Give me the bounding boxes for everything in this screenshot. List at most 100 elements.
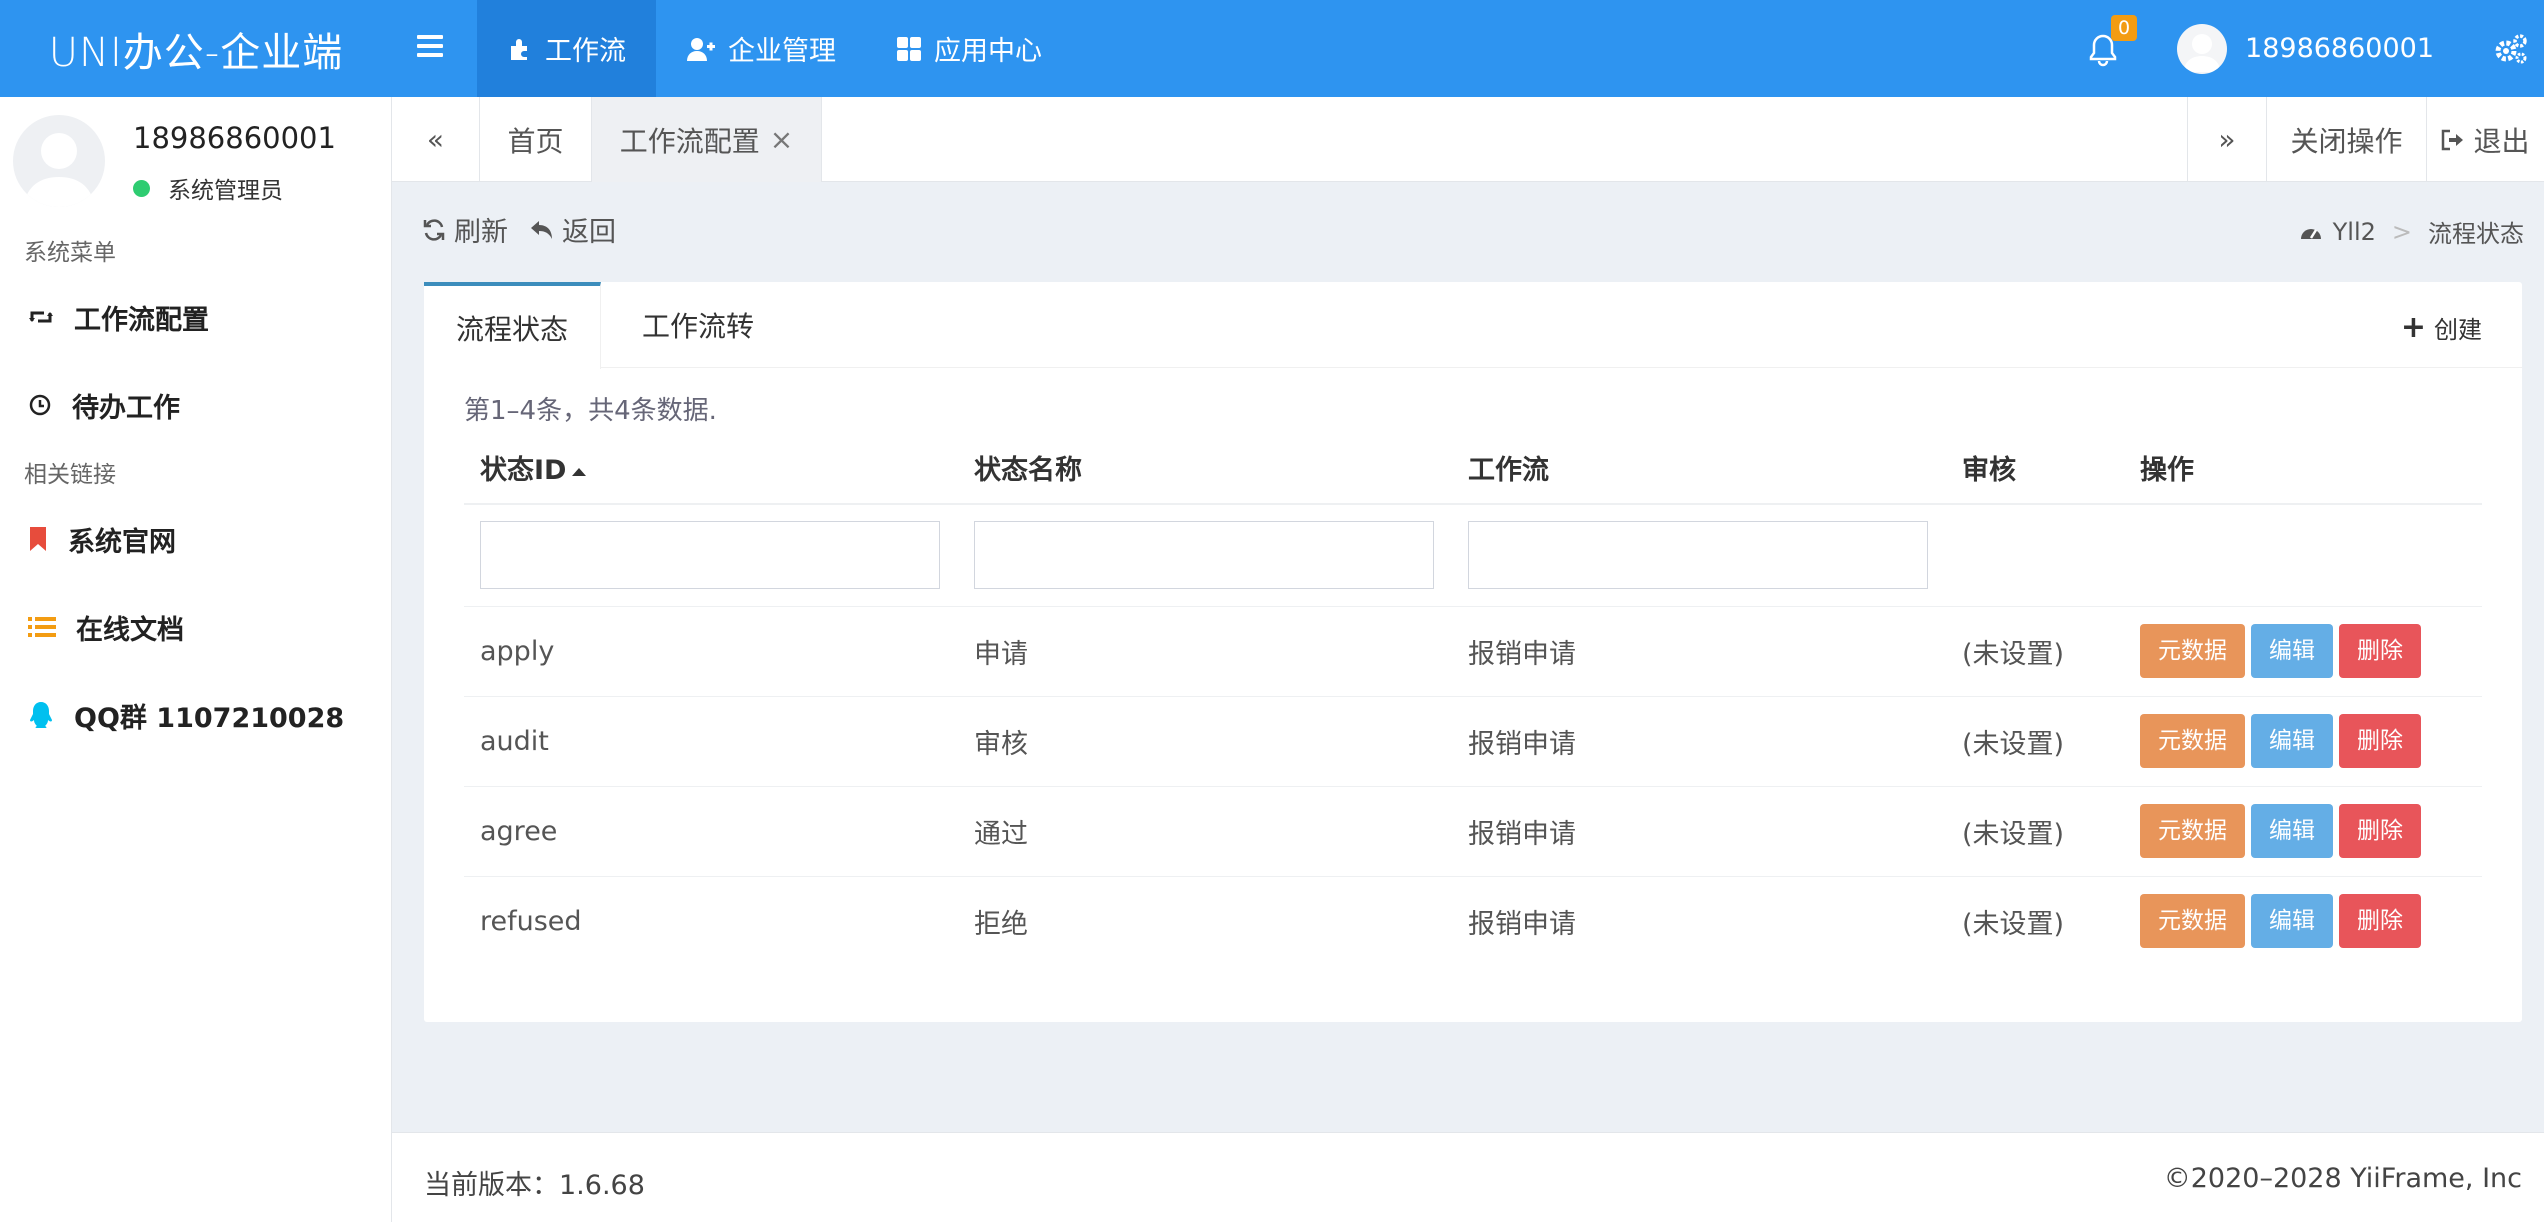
cell-audit: (未设置) — [1946, 875, 2124, 966]
delete-button[interactable]: 删除 — [2339, 624, 2421, 678]
table-summary: 第1–4条，共4条数据. — [464, 396, 717, 426]
edit-button[interactable]: 编辑 — [2251, 894, 2333, 949]
notification-badge: 0 — [2111, 14, 2138, 41]
role-label: 系统管理员 — [168, 178, 283, 204]
cell-audit: (未设置) — [1946, 785, 2124, 876]
edit-button[interactable]: 编辑 — [2251, 714, 2333, 768]
cell-status-name: 申请 — [958, 605, 1452, 696]
logout-label: 退出 — [2473, 124, 2530, 158]
copyright-text: ©2020–2028 YiiFrame, Inc — [2163, 1163, 2522, 1194]
cell-actions: 元数据 编辑 删除 — [2124, 875, 2482, 966]
back-button[interactable]: 返回 — [530, 210, 616, 249]
sidebar-toggle-icon[interactable] — [410, 30, 450, 70]
avatar[interactable] — [2177, 23, 2228, 74]
close-operations-button[interactable]: 关闭操作 — [2267, 97, 2427, 182]
status-table: 状态ID 状态名称 工作流 审核 操作 apply 申请 报销申请 (未设置) — [464, 432, 2482, 966]
create-label: 创建 — [2434, 316, 2482, 344]
sidebar-item-label: 工作流配置 — [74, 304, 209, 336]
tabs-scroll-left-button[interactable]: « — [392, 97, 480, 182]
tab-workflow-transition[interactable]: 工作流转 — [610, 282, 786, 368]
create-button[interactable]: + 创建 — [2401, 310, 2482, 345]
app-logo[interactable]: UNI办公-企业端 — [0, 0, 392, 97]
topnav-enterprise[interactable]: 企业管理 — [656, 0, 866, 97]
table-row: audit 审核 报销申请 (未设置) 元数据 编辑 删除 — [464, 695, 2482, 786]
cell-audit: (未设置) — [1946, 605, 2124, 696]
sidebar-avatar — [13, 115, 105, 207]
table-row: apply 申请 报销申请 (未设置) 元数据 编辑 删除 — [464, 605, 2482, 696]
sidebar-item-qq[interactable]: QQ群 1107210028 — [0, 671, 391, 759]
cell-status-id: audit — [464, 695, 958, 786]
cell-workflow: 报销申请 — [1452, 695, 1946, 786]
retweet-icon — [29, 311, 53, 323]
sidebar-item-website[interactable]: 系统官网 — [0, 495, 391, 583]
top-right-area: 0 18986860001 — [2087, 0, 2544, 97]
list-icon — [28, 617, 56, 637]
cell-actions: 元数据 编辑 删除 — [2124, 695, 2482, 786]
topnav-appcenter[interactable]: 应用中心 — [866, 0, 1072, 97]
sidebar-item-label: QQ群 1107210028 — [74, 702, 345, 734]
bookmark-icon — [30, 527, 46, 551]
card-tabs: 流程状态 工作流转 + 创建 — [424, 282, 2522, 369]
back-label: 返回 — [562, 217, 616, 248]
tab-workflow-config[interactable]: 工作流配置 × — [592, 97, 822, 182]
breadcrumb: Yll2 > 流程状态 — [2299, 214, 2524, 249]
sort-asc-icon — [572, 467, 587, 476]
metadata-button[interactable]: 元数据 — [2140, 714, 2245, 768]
delete-button[interactable]: 删除 — [2339, 894, 2421, 949]
sign-out-icon — [2442, 129, 2464, 150]
notifications-button[interactable]: 0 — [2087, 14, 2138, 69]
metadata-button[interactable]: 元数据 — [2140, 804, 2245, 858]
refresh-button[interactable]: 刷新 — [422, 210, 508, 249]
cell-status-name: 通过 — [958, 785, 1452, 876]
delete-button[interactable]: 删除 — [2339, 804, 2421, 858]
menu-header-system: 系统菜单 — [24, 240, 116, 266]
tab-process-status[interactable]: 流程状态 — [424, 282, 602, 369]
cell-audit: (未设置) — [1946, 695, 2124, 786]
delete-button[interactable]: 删除 — [2339, 714, 2421, 768]
sidebar-item-label: 系统官网 — [68, 526, 176, 558]
filter-status-id-input[interactable] — [480, 521, 940, 590]
table-header-row: 状态ID 状态名称 工作流 审核 操作 — [464, 432, 2482, 505]
page-toolbar: 刷新 返回 — [422, 210, 638, 249]
sidebar: 18986860001 系统管理员 系统菜单 工作流配置 待办工作 相关链接 系… — [0, 97, 392, 1222]
col-actions: 操作 — [2124, 432, 2482, 505]
grid-icon — [897, 36, 921, 61]
cell-status-name: 审核 — [958, 695, 1452, 786]
sidebar-username: 18986860001 — [133, 121, 336, 155]
col-status-name: 状态名称 — [958, 432, 1452, 505]
menu-header-links: 相关链接 — [24, 462, 116, 488]
sidebar-item-todo[interactable]: 待办工作 — [0, 361, 391, 449]
col-status-id[interactable]: 状态ID — [464, 432, 958, 505]
plus-icon: + — [2400, 310, 2426, 345]
topnav-appcenter-label: 应用中心 — [934, 36, 1042, 67]
filter-status-name-input[interactable] — [974, 521, 1434, 590]
cell-workflow: 报销申请 — [1452, 785, 1946, 876]
online-status-icon — [133, 179, 150, 197]
topnav-workflow[interactable]: 工作流 — [477, 0, 656, 97]
tab-home[interactable]: 首页 — [480, 97, 592, 182]
top-username[interactable]: 18986860001 — [2245, 33, 2434, 64]
top-nav: 工作流 企业管理 应用中心 — [477, 0, 1072, 97]
dashboard-icon — [2300, 228, 2321, 239]
breadcrumb-root[interactable]: Yll2 — [2333, 218, 2376, 246]
table-row: agree 通过 报销申请 (未设置) 元数据 编辑 删除 — [464, 785, 2482, 876]
sidebar-item-docs[interactable]: 在线文档 — [0, 583, 391, 671]
logout-button[interactable]: 退出 — [2427, 97, 2544, 182]
edit-button[interactable]: 编辑 — [2251, 624, 2333, 678]
table-row: refused 拒绝 报销申请 (未设置) 元数据 编辑 删除 — [464, 875, 2482, 966]
cell-status-name: 拒绝 — [958, 875, 1452, 966]
sidebar-item-workflow-config[interactable]: 工作流配置 — [0, 273, 391, 361]
breadcrumb-separator: > — [2391, 217, 2412, 246]
clock-icon — [29, 394, 51, 416]
close-icon[interactable]: × — [770, 123, 793, 156]
metadata-button[interactable]: 元数据 — [2140, 624, 2245, 678]
metadata-button[interactable]: 元数据 — [2140, 894, 2245, 949]
tabs-scroll-right-button[interactable]: » — [2187, 97, 2267, 182]
cell-status-id: apply — [464, 605, 958, 696]
edit-button[interactable]: 编辑 — [2251, 804, 2333, 858]
reply-icon — [531, 220, 552, 239]
puzzle-icon — [511, 38, 527, 60]
filter-workflow-input[interactable] — [1468, 521, 1928, 590]
version-text: 当前版本：1.6.68 — [424, 1170, 645, 1201]
gears-icon[interactable] — [2494, 33, 2528, 65]
